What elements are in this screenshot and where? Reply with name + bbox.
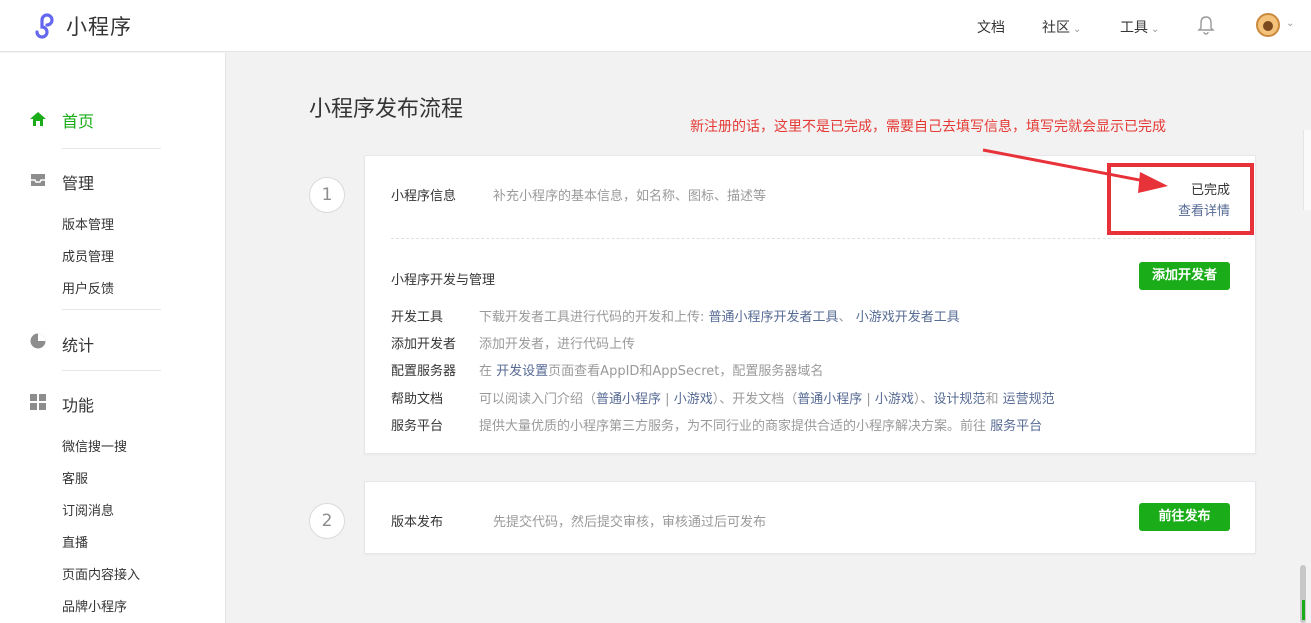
service-platform-link[interactable]: 服务平台 [990,419,1042,434]
row-desc: 下载开发者工具进行代码的开发和上传: 普通小程序开发者工具、 小游戏开发者工具 [479,310,960,325]
chevron-down-icon[interactable]: ⌄ [1286,18,1294,29]
row-label: 服务平台 [391,419,444,434]
sidebar-item-brand-miniprogram[interactable]: 品牌小程序 [62,596,127,615]
sidebar-item-stats[interactable]: 统计 [62,332,94,356]
chevron-down-icon: ⌄ [1151,24,1160,35]
go-release-button[interactable]: 前往发布 [1139,503,1230,531]
step2-card: 版本发布 先提交代码，然后提交审核，审核通过后可发布 前往发布 [364,481,1256,554]
doc-normal-link[interactable]: 普通小程序 [797,392,862,407]
row-label: 添加开发者 [391,337,457,352]
sidebar-item-features[interactable]: 功能 [62,392,94,416]
row-desc: 在 开发设置页面查看AppID和AppSecret，配置服务器域名 [479,364,824,379]
doc-game-link[interactable]: 小游戏 [875,392,914,407]
normal-devtool-link[interactable]: 普通小程序开发者工具 [709,310,839,325]
game-devtool-link[interactable]: 小游戏开发者工具 [856,310,960,325]
sidebar-item-subscribe-message[interactable]: 订阅消息 [62,500,114,519]
intro-game-link[interactable]: 小游戏 [674,392,713,407]
sidebar-item-version-manage[interactable]: 版本管理 [62,214,114,233]
inbox-icon [31,174,45,186]
nav-tools[interactable]: 工具 ⌄ [1120,17,1159,37]
divider [391,238,1231,239]
intro-normal-link[interactable]: 普通小程序 [596,392,661,407]
sidebar-item-wechat-search[interactable]: 微信搜一搜 [62,436,127,455]
row-label: 配置服务器 [391,364,457,379]
row-label: 帮助文档 [391,392,444,407]
info-label: 小程序信息 [391,189,457,204]
step-number: 2 [309,503,345,539]
pie-chart-icon [30,333,46,349]
top-bar: 小程序 文档 社区 ⌄ 工具 ⌄ ⌄ [0,0,1311,52]
highlight-box [1107,163,1254,235]
sidebar-item-manage[interactable]: 管理 [62,170,94,194]
nav-community[interactable]: 社区 ⌄ [1042,17,1081,37]
release-desc: 先提交代码，然后提交审核，审核通过后可发布 [493,515,767,530]
divider [62,370,161,371]
main-content: 小程序发布流程 新注册的话，这里不是已完成，需要自己去填写信息，填写完就会显示已… [227,53,1311,623]
step-number: 1 [309,177,345,213]
row-desc: 提供大量优质的小程序第三方服务，为不同行业的商家提供合适的小程序解决方案。前往 … [479,419,1043,434]
brand-title[interactable]: 小程序 [66,11,132,41]
bell-icon[interactable] [1197,15,1215,35]
feedback-tab[interactable] [1303,130,1311,210]
info-desc: 补充小程序的基本信息，如名称、图标、描述等 [493,189,767,204]
divider [62,148,161,149]
sidebar-item-live[interactable]: 直播 [62,532,88,551]
avatar[interactable] [1256,13,1280,37]
annotation-text: 新注册的话，这里不是已完成，需要自己去填写信息，填写完就会显示已完成 [690,119,1166,135]
home-icon [30,112,46,126]
add-developer-button[interactable]: 添加开发者 [1139,262,1230,290]
sidebar-item-page-content[interactable]: 页面内容接入 [62,564,140,583]
dev-section-title: 小程序开发与管理 [391,273,496,288]
grid-icon [30,394,46,410]
design-spec-link[interactable]: 设计规范 [933,392,985,407]
sidebar: 首页 管理 版本管理 成员管理 用户反馈 统计 功能 微信搜一搜 客服 订阅消息… [0,53,226,623]
page-title: 小程序发布流程 [309,97,464,122]
row-label: 开发工具 [391,310,444,325]
sidebar-item-home[interactable]: 首页 [62,108,94,132]
sidebar-item-customer-service[interactable]: 客服 [62,468,88,487]
dev-settings-link[interactable]: 开发设置 [496,364,548,379]
release-label: 版本发布 [391,515,444,530]
chevron-down-icon: ⌄ [1073,24,1082,35]
mini-program-logo-icon[interactable] [28,10,60,42]
row-desc: 添加开发者，进行代码上传 [479,337,636,352]
divider [62,309,161,310]
sidebar-item-user-feedback[interactable]: 用户反馈 [62,278,114,297]
operation-spec-link[interactable]: 运营规范 [1003,392,1055,407]
scroll-indicator [1302,600,1305,620]
nav-docs[interactable]: 文档 [977,17,1005,37]
sidebar-item-member-manage[interactable]: 成员管理 [62,246,114,265]
row-desc: 可以阅读入门介绍（普通小程序 | 小游戏）、开发文档（普通小程序 | 小游戏）、… [479,392,1055,407]
